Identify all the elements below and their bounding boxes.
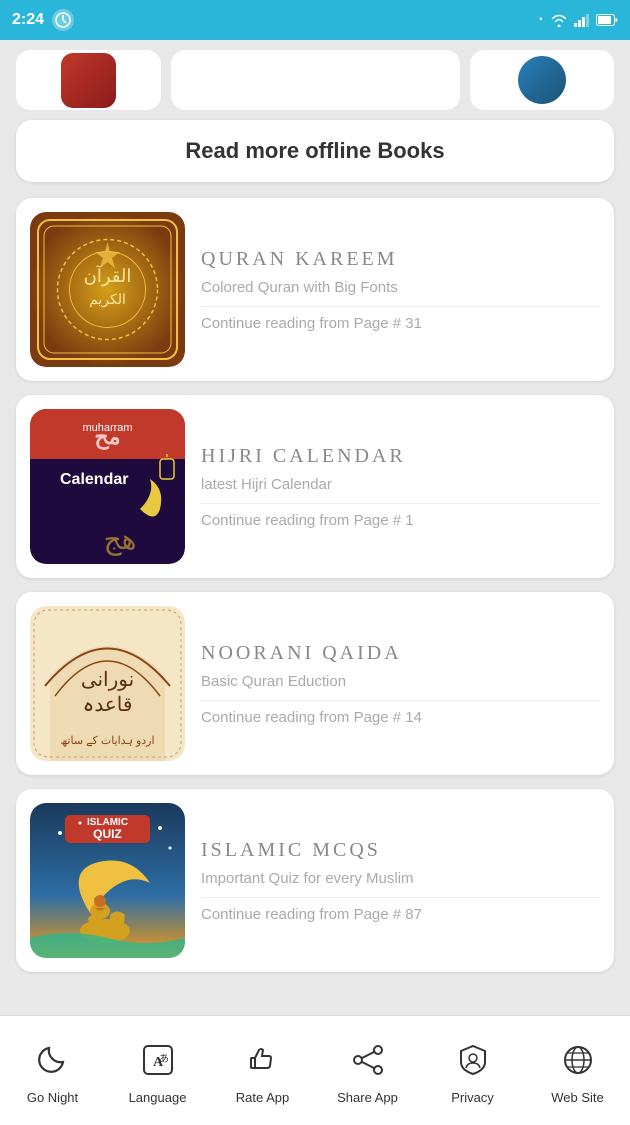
signal-icon	[574, 13, 590, 27]
book-icon-quran: القرآن الكريم	[30, 212, 185, 367]
book-progress-noorani: Continue reading from Page # 14	[201, 700, 600, 726]
nav-label-share: Share App	[337, 1090, 398, 1105]
battery-icon	[596, 14, 618, 26]
language-icon: A あ	[134, 1036, 182, 1084]
top-card-right	[470, 50, 615, 110]
nav-item-privacy[interactable]: Privacy	[420, 1036, 525, 1105]
privacy-icon	[449, 1036, 497, 1084]
book-title-noorani: Noorani Qaida	[201, 642, 600, 665]
book-subtitle-quran: Colored Quran with Big Fonts	[201, 279, 600, 296]
web-icon	[554, 1036, 602, 1084]
book-title-hijri: Hijri Calendar	[201, 445, 600, 468]
svg-text:هج: هج	[104, 525, 137, 556]
book-card-noorani[interactable]: نورانی قاعدہ اردو ہدایات کے ساتھ Noorani…	[16, 592, 614, 775]
top-strip	[16, 50, 614, 110]
top-card-middle	[171, 50, 460, 110]
svg-text:نورانی: نورانی	[81, 669, 134, 691]
svg-text:القرآن: القرآن	[84, 265, 132, 287]
status-time: 2:24	[12, 11, 44, 29]
book-subtitle-noorani: Basic Quran Eduction	[201, 673, 600, 690]
nav-item-share-app[interactable]: Share App	[315, 1036, 420, 1105]
nav-item-go-night[interactable]: Go Night	[0, 1036, 105, 1105]
book-progress-hijri: Continue reading from Page # 1	[201, 503, 600, 529]
book-icon-noorani: نورانی قاعدہ اردو ہدایات کے ساتھ	[30, 606, 185, 761]
book-info-quran: Quran Kareem Colored Quran with Big Font…	[201, 248, 600, 332]
book-info-mcqs: Islamic Mcqs Important Quiz for every Mu…	[201, 839, 600, 923]
main-content: Read more offline Books القرآن	[0, 40, 630, 1015]
book-info-hijri: Hijri Calendar latest Hijri Calendar Con…	[201, 445, 600, 529]
book-info-noorani: Noorani Qaida Basic Quran Eduction Conti…	[201, 642, 600, 726]
book-progress-quran: Continue reading from Page # 31	[201, 306, 600, 332]
night-icon	[29, 1036, 77, 1084]
wifi-icon	[550, 13, 568, 27]
svg-text:QUIZ: QUIZ	[93, 827, 122, 841]
book-card-quran-kareem[interactable]: القرآن الكريم Quran Kareem Colored Quran…	[16, 198, 614, 381]
nav-label-rate: Rate App	[236, 1090, 290, 1105]
nav-item-language[interactable]: A あ Language	[105, 1036, 210, 1105]
book-card-hijri[interactable]: مح muharram Calendar هج Hijri Calendar l…	[16, 395, 614, 578]
svg-text:あ: あ	[159, 1053, 169, 1065]
bottom-nav: Go Night A あ Language Rate App	[0, 1015, 630, 1125]
svg-text:muharram: muharram	[82, 422, 132, 434]
nav-item-web-site[interactable]: Web Site	[525, 1036, 630, 1105]
app-icon	[52, 9, 74, 31]
nav-label-web: Web Site	[551, 1090, 604, 1105]
read-more-button[interactable]: Read more offline Books	[16, 120, 614, 182]
book-progress-mcqs: Continue reading from Page # 87	[201, 897, 600, 923]
svg-text:الكريم: الكريم	[89, 293, 126, 308]
book-icon-mcqs: ISLAMIC QUIZ	[30, 803, 185, 958]
nav-item-rate-app[interactable]: Rate App	[210, 1036, 315, 1105]
nav-label-night: Go Night	[27, 1090, 78, 1105]
book-title-mcqs: Islamic Mcqs	[201, 839, 600, 862]
status-bar: 2:24 ·	[0, 0, 630, 40]
book-subtitle-mcqs: Important Quiz for every Muslim	[201, 870, 600, 887]
svg-text:اردو ہدایات کے ساتھ: اردو ہدایات کے ساتھ	[60, 735, 154, 747]
status-icons: ·	[539, 11, 618, 29]
svg-text:قاعدہ: قاعدہ	[83, 694, 133, 716]
book-card-islamic-mcqs[interactable]: ISLAMIC QUIZ Isl	[16, 789, 614, 972]
nav-label-language: Language	[129, 1090, 187, 1105]
share-icon	[344, 1036, 392, 1084]
top-card-left	[16, 50, 161, 110]
book-icon-hijri: مح muharram Calendar هج	[30, 409, 185, 564]
book-title-quran: Quran Kareem	[201, 248, 600, 271]
rate-icon	[239, 1036, 287, 1084]
nav-label-privacy: Privacy	[451, 1090, 494, 1105]
svg-text:Calendar: Calendar	[60, 471, 128, 488]
book-subtitle-hijri: latest Hijri Calendar	[201, 476, 600, 493]
